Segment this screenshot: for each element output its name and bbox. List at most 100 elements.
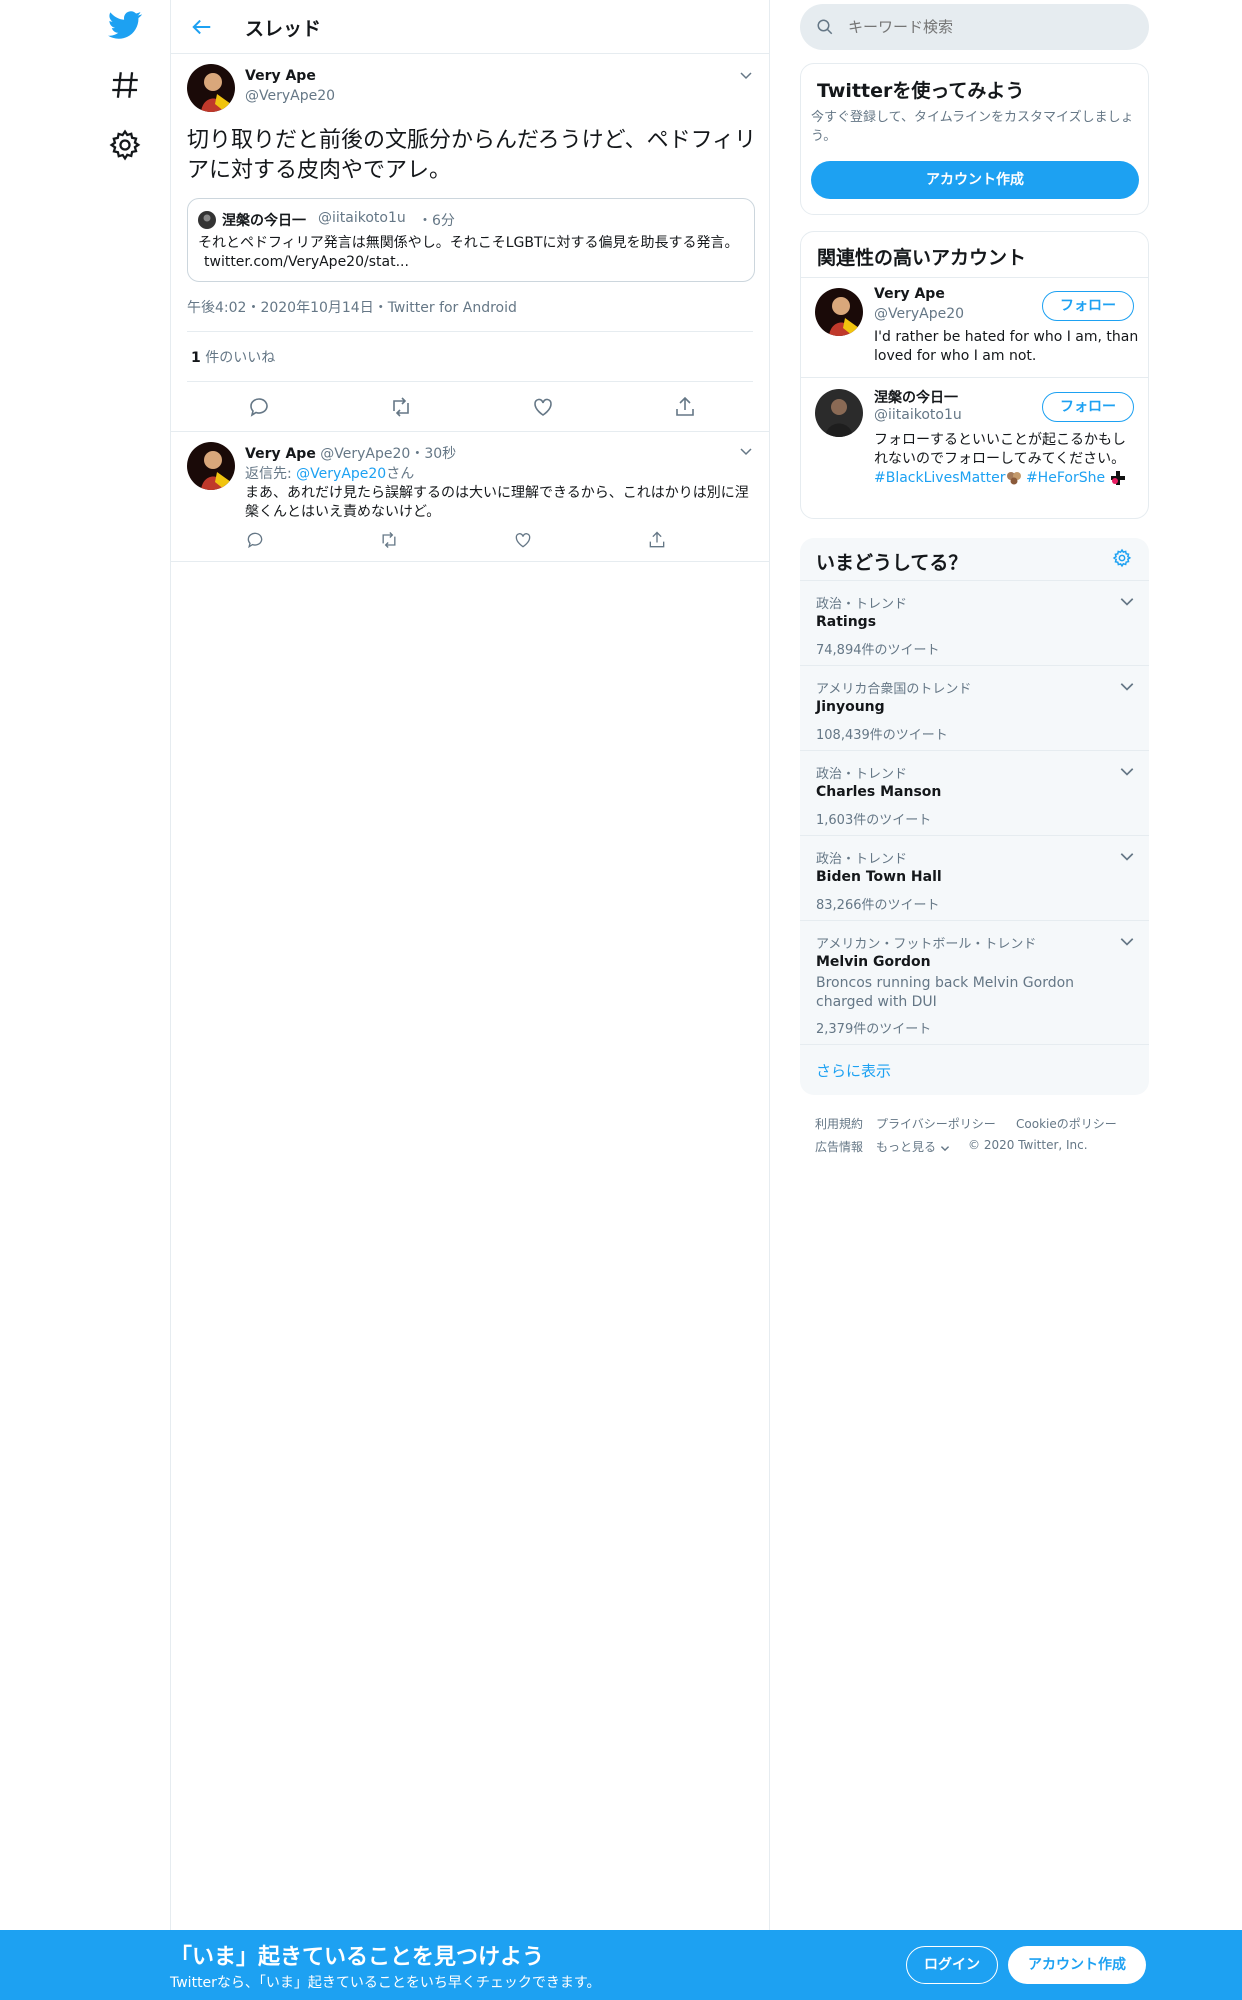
account-handle[interactable]: @VeryApe20: [874, 306, 964, 322]
create-account-button[interactable]: アカウント作成: [811, 161, 1139, 199]
quote-time: ・6分: [418, 213, 455, 229]
settings-gear-icon[interactable]: [1112, 548, 1132, 568]
more-link[interactable]: もっと見る: [876, 1138, 950, 1155]
trend-item[interactable]: 政治・トレンド Biden Town Hall 83,266件のツイート: [800, 836, 1149, 921]
tweet-text: 切り取りだと前後の文脈分からんだろうけど、ペドフィリアに対する皮肉やでアレ。: [187, 128, 757, 183]
ads-info-link[interactable]: 広告情報: [815, 1138, 863, 1155]
related-title: 関連性の高いアカウント: [817, 247, 1027, 269]
quote-avatar: [198, 211, 216, 229]
trends-title: いまどうしてる？: [816, 552, 968, 574]
avatar[interactable]: [815, 389, 863, 437]
reply-icon[interactable]: [245, 530, 265, 550]
hashtag-link[interactable]: #HeForShe: [1026, 470, 1105, 486]
reply-icon[interactable]: [247, 395, 271, 419]
like-heart-icon[interactable]: [513, 530, 533, 550]
hashtag-link[interactable]: #BlackLivesMatter: [874, 470, 1006, 486]
trend-category: アメリカン・フットボール・トレンド: [816, 937, 1037, 952]
account-bio: I'd rather be hated for who I am, than l…: [874, 329, 1139, 364]
trend-count: 108,439件のツイート: [816, 728, 948, 743]
chevron-down-icon[interactable]: [739, 68, 753, 82]
quote-author-name: 涅槃の今日一: [222, 213, 306, 229]
banner-title: 「いま」起きていることを見つけよう: [170, 1945, 545, 1970]
chevron-down-icon[interactable]: [739, 444, 753, 458]
divider: [801, 377, 1148, 378]
banner-subtitle: Twitterなら、「いま」起きていることをいち早くチェックできます。: [170, 1975, 601, 1991]
trend-count: 74,894件のツイート: [816, 643, 940, 658]
chevron-down-icon[interactable]: [1119, 678, 1135, 694]
author-name[interactable]: Very Ape: [245, 68, 316, 84]
emoji-icon: [1006, 471, 1022, 485]
chevron-down-icon[interactable]: [1119, 933, 1135, 949]
trend-item[interactable]: 政治・トレンド Ratings 74,894件のツイート: [800, 581, 1149, 666]
trends-card: いまどうしてる？ 政治・トレンド Ratings 74,894件のツイート アメ…: [800, 538, 1149, 1095]
tweet-meta: 午後4:02・2020年10月14日・Twitter for Android: [187, 300, 517, 316]
reply-to: 返信先: @VeryApe20さん: [245, 466, 415, 482]
avatar[interactable]: [187, 64, 235, 112]
related-accounts-card: 関連性の高いアカウント Very Ape @VeryApe20 フォロー I'd…: [800, 231, 1149, 519]
reply-text: まあ、あれだけ見たら誤解するのは大いに理解できるから、これはかりは別に涅槃くんと…: [245, 485, 749, 520]
search-box[interactable]: [800, 4, 1149, 50]
signup-banner: 「いま」起きていることを見つけよう Twitterなら、「いま」起きていることを…: [0, 1930, 1242, 2000]
signup-button[interactable]: アカウント作成: [1008, 1946, 1146, 1984]
trend-description: Broncos running back Melvin Gordon charg…: [816, 975, 1075, 1010]
trend-category: 政治・トレンド: [816, 852, 908, 867]
terms-link[interactable]: 利用規約: [815, 1115, 863, 1132]
account-handle[interactable]: @iitaikoto1u: [874, 407, 962, 423]
trend-name: Ratings: [816, 614, 877, 630]
show-more-link[interactable]: さらに表示: [816, 1060, 891, 1081]
divider: [187, 381, 753, 382]
trend-category: 政治・トレンド: [816, 767, 908, 782]
search-input[interactable]: [848, 14, 1128, 40]
signup-card: Twitterを使ってみよう 今すぐ登録して、タイムラインをカスタマイズしましょ…: [800, 63, 1149, 215]
explore-hashtag-icon[interactable]: [108, 68, 142, 102]
thread-header: スレッド: [171, 0, 769, 54]
author-handle[interactable]: @VeryApe20: [245, 88, 335, 104]
divider: [801, 277, 1148, 278]
back-arrow-icon[interactable]: [191, 16, 213, 38]
privacy-link[interactable]: プライバシーポリシー: [876, 1115, 996, 1132]
settings-gear-icon[interactable]: [108, 128, 142, 162]
chevron-down-icon: [940, 1143, 950, 1153]
reply-author[interactable]: Very Ape @VeryApe20・30秒: [245, 443, 456, 463]
reply-avatar[interactable]: [187, 442, 235, 490]
trend-name: Biden Town Hall: [816, 869, 942, 885]
avatar[interactable]: [815, 288, 863, 336]
chevron-down-icon[interactable]: [1119, 593, 1135, 609]
quote-link[interactable]: twitter.com/VeryApe20/stat...: [204, 254, 409, 270]
share-icon[interactable]: [647, 530, 667, 550]
share-icon[interactable]: [673, 395, 697, 419]
signup-card-desc: 今すぐ登録して、タイムラインをカスタマイズしましょう。: [811, 110, 1134, 144]
reply-to-handle[interactable]: @VeryApe20: [296, 466, 386, 482]
account-bio: フォローするといいことが起こるかもしれないのでフォローしてみてください。 #Bl…: [874, 432, 1126, 486]
quote-text: それとペドフィリア発言は無関係やし。それこそLGBTに対する偏見を助長する発言。…: [198, 235, 739, 270]
signup-card-title: Twitterを使ってみよう: [817, 80, 1025, 102]
trend-item[interactable]: アメリカン・フットボール・トレンド Melvin Gordon Broncos …: [800, 921, 1149, 1045]
account-name[interactable]: 涅槃の今日一: [874, 387, 958, 407]
trend-item[interactable]: 政治・トレンド Charles Manson 1,603件のツイート: [800, 751, 1149, 836]
divider: [187, 331, 753, 332]
twitter-logo-icon[interactable]: [108, 8, 142, 42]
login-button[interactable]: ログイン: [906, 1946, 998, 1984]
chevron-down-icon[interactable]: [1119, 763, 1135, 779]
like-heart-icon[interactable]: [531, 395, 555, 419]
likes-count[interactable]: 1 件のいいね: [191, 347, 275, 367]
emoji-icon: [1110, 470, 1126, 486]
search-icon: [816, 18, 834, 36]
retweet-icon[interactable]: [389, 395, 413, 419]
thread-column: スレッド Very Ape @VeryApe20 切り取りだと前後の文脈分からん…: [170, 0, 770, 1930]
quote-author-handle: @iitaikoto1u: [318, 210, 406, 226]
page-title: スレッド: [245, 18, 322, 40]
copyright: © 2020 Twitter, Inc.: [968, 1138, 1088, 1152]
retweet-icon[interactable]: [379, 530, 399, 550]
trend-item[interactable]: アメリカ合衆国のトレンド Jinyoung 108,439件のツイート: [800, 666, 1149, 751]
cookie-link[interactable]: Cookieのポリシー: [1016, 1115, 1117, 1132]
account-name[interactable]: Very Ape: [874, 286, 945, 302]
trend-count: 83,266件のツイート: [816, 898, 940, 913]
trend-name: Jinyoung: [816, 699, 885, 715]
follow-button[interactable]: フォロー: [1042, 291, 1134, 321]
follow-button[interactable]: フォロー: [1042, 392, 1134, 422]
quoted-tweet[interactable]: 涅槃の今日一 @iitaikoto1u ・6分 それとペドフィリア発言は無関係や…: [187, 198, 755, 282]
trend-count: 1,603件のツイート: [816, 813, 932, 828]
chevron-down-icon[interactable]: [1119, 848, 1135, 864]
trend-category: 政治・トレンド: [816, 597, 908, 612]
